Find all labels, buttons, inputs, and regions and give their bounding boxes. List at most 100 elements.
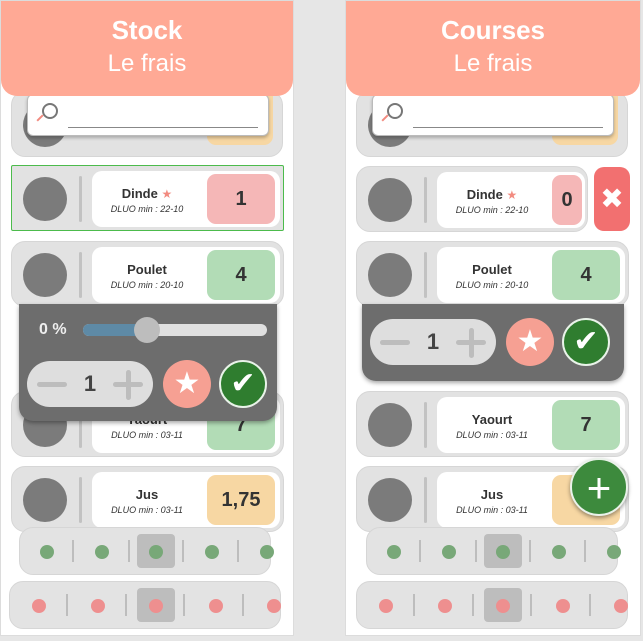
search-icon (387, 103, 403, 119)
item-image (368, 178, 412, 222)
separator (125, 594, 127, 616)
panel-subtitle: Le frais (107, 50, 187, 77)
list-item-dinde[interactable]: Dinde ★ DLUO min : 22-10 0 (356, 166, 588, 232)
list-item-poulet[interactable]: Poulet DLUO min : 20-10 4 (356, 241, 629, 307)
scale-dot[interactable] (32, 599, 46, 613)
item-image (23, 478, 67, 522)
plus-icon-vertical (469, 328, 474, 358)
green-scale-strip[interactable] (366, 527, 621, 575)
item-dluo: DLUO min : 22-10 (110, 204, 184, 214)
scale-dot[interactable] (260, 545, 274, 559)
divider (424, 477, 427, 523)
scale-dot-selected[interactable] (496, 545, 510, 559)
scale-dot-selected[interactable] (149, 599, 163, 613)
item-dluo: DLUO min : 03-11 (111, 430, 183, 440)
courses-header: Courses Le frais (346, 1, 640, 96)
list-item-yaourt[interactable]: Yaourt DLUO min : 03-11 7 (356, 391, 629, 457)
percent-label: 0 % (39, 321, 67, 338)
list-item-dinde[interactable]: Dinde ★ DLUO min : 22-10 1 (11, 165, 284, 231)
divider (424, 402, 427, 448)
scale-dot[interactable] (205, 545, 219, 559)
item-card[interactable]: Jus DLUO min : 03-11 1,75 (92, 472, 280, 528)
item-dluo: DLUO min : 03-11 (456, 505, 528, 515)
stock-header: Stock Le frais (1, 1, 293, 96)
item-card[interactable]: Yaourt DLUO min : 03-11 7 (437, 397, 625, 453)
item-card[interactable]: Dinde ★ DLUO min : 22-10 0 (437, 172, 585, 228)
quantity-box[interactable]: 7 (552, 400, 620, 450)
item-name: Jus (480, 487, 504, 502)
check-icon: ✔ (230, 367, 256, 400)
slider-handle[interactable] (134, 317, 161, 343)
divider (79, 252, 82, 298)
scale-dot[interactable] (267, 599, 281, 613)
stock-panel: Stock Le frais Dinde ★ DLUO min : 22-10 … (0, 0, 294, 636)
scale-dot[interactable] (556, 599, 570, 613)
item-card[interactable]: Poulet DLUO min : 20-10 4 (92, 247, 280, 303)
favorite-star-icon: ★ (161, 187, 173, 201)
item-dluo: DLUO min : 03-11 (111, 505, 183, 515)
scale-dot[interactable] (442, 545, 456, 559)
item-card[interactable]: Poulet DLUO min : 20-10 4 (437, 247, 625, 303)
panel-title: Courses (440, 15, 546, 45)
scale-dot[interactable] (379, 599, 393, 613)
separator (584, 540, 586, 562)
delete-button[interactable]: ✖ (594, 167, 630, 231)
quantity-box[interactable]: 1,75 (207, 475, 275, 525)
favorite-star-icon: ★ (506, 188, 518, 202)
scale-dot[interactable] (91, 599, 105, 613)
item-image (368, 478, 412, 522)
list-item-jus[interactable]: Jus DLUO min : 03-11 1,75 (11, 466, 284, 532)
item-name: Dinde (121, 186, 158, 201)
item-name: Jus (135, 487, 159, 502)
search-field[interactable] (27, 94, 269, 136)
separator (183, 594, 185, 616)
item-image (368, 403, 412, 447)
plus-icon: + (586, 464, 612, 511)
red-scale-strip[interactable] (356, 581, 628, 629)
plus-icon-vertical (126, 370, 131, 400)
red-scale-strip[interactable] (9, 581, 281, 629)
scale-dot[interactable] (40, 545, 54, 559)
scale-dot[interactable] (209, 599, 223, 613)
quantity-box[interactable]: 0 (552, 175, 582, 225)
close-icon: ✖ (600, 183, 624, 214)
item-card[interactable]: Dinde ★ DLUO min : 22-10 1 (92, 171, 280, 227)
separator (589, 594, 591, 616)
scale-dot[interactable] (438, 599, 452, 613)
confirm-button[interactable]: ✔ (562, 318, 610, 366)
confirm-button[interactable]: ✔ (219, 360, 267, 408)
separator (419, 540, 421, 562)
divider (424, 252, 427, 298)
quantity-box[interactable]: 4 (207, 250, 275, 300)
scale-dot[interactable] (387, 545, 401, 559)
search-icon (42, 103, 58, 119)
quantity-editor: 1 ★ ✔ (362, 304, 624, 381)
search-input-underline (413, 127, 603, 128)
separator (529, 540, 531, 562)
scale-dot-selected[interactable] (149, 545, 163, 559)
separator (72, 540, 74, 562)
courses-panel: Courses Le frais Dinde ★ DLUO min : 22-1… (345, 0, 641, 636)
scale-dot[interactable] (95, 545, 109, 559)
favorite-button[interactable]: ★ (163, 360, 211, 408)
list-item-poulet[interactable]: Poulet DLUO min : 20-10 4 (11, 241, 284, 307)
green-scale-strip[interactable] (19, 527, 274, 575)
separator (182, 540, 184, 562)
separator (475, 540, 477, 562)
quantity-stepper[interactable]: 1 (27, 361, 153, 407)
item-name: Yaourt (471, 412, 513, 427)
search-field[interactable] (372, 94, 614, 136)
quantity-box[interactable]: 1 (207, 174, 275, 224)
scale-dot-selected[interactable] (496, 599, 510, 613)
panel-subtitle: Le frais (453, 50, 533, 77)
quantity-box[interactable]: 4 (552, 250, 620, 300)
add-item-button[interactable]: + (570, 458, 628, 516)
quantity-stepper[interactable]: 1 (370, 319, 496, 365)
favorite-button[interactable]: ★ (506, 318, 554, 366)
scale-dot[interactable] (614, 599, 628, 613)
percent-slider[interactable] (83, 317, 267, 343)
scale-dot[interactable] (552, 545, 566, 559)
separator (413, 594, 415, 616)
scale-dot[interactable] (607, 545, 621, 559)
divider (79, 477, 82, 523)
